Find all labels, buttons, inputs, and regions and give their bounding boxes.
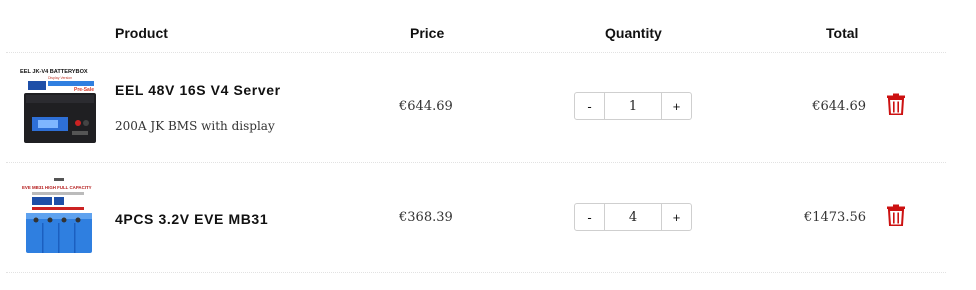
- header-price: Price: [410, 25, 445, 41]
- quantity-input[interactable]: [605, 93, 661, 119]
- quantity-input[interactable]: [605, 204, 661, 230]
- cart-table-header: Product Price Quantity Total: [0, 0, 976, 52]
- svg-text:Pre-Sale: Pre-Sale: [74, 87, 94, 93]
- cart-row: EEL JK-V4 BATTERYBOX Display Version Pre…: [0, 53, 976, 163]
- product-description: 200A JK BMS with display: [115, 119, 275, 133]
- trash-icon[interactable]: [886, 204, 906, 226]
- increase-quantity-button[interactable]: +: [661, 93, 691, 119]
- trash-icon[interactable]: [886, 93, 906, 115]
- row-divider: [6, 272, 946, 273]
- header-quantity: Quantity: [605, 25, 662, 41]
- product-image-eve-mb31[interactable]: EVE MB31 HIGH FULL CAPACITY: [18, 175, 100, 261]
- line-total: €1473.56: [803, 210, 866, 225]
- cart-row: EVE MB31 HIGH FULL CAPACITY 4PCS 3.2V EV…: [0, 163, 976, 273]
- svg-text:EVE MB31 HIGH FULL CAPACITY: EVE MB31 HIGH FULL CAPACITY: [22, 185, 92, 190]
- increase-quantity-button[interactable]: +: [661, 204, 691, 230]
- quantity-stepper: - +: [574, 203, 692, 231]
- header-total: Total: [826, 25, 859, 41]
- product-price: €368.39: [399, 210, 453, 225]
- product-name[interactable]: EEL 48V 16S V4 Server: [115, 82, 281, 98]
- line-total: €644.69: [812, 99, 866, 114]
- product-name[interactable]: 4PCS 3.2V EVE MB31: [115, 211, 268, 227]
- svg-text:Display Version: Display Version: [48, 76, 72, 80]
- product-image-batterybox[interactable]: EEL JK-V4 BATTERYBOX Display Version Pre…: [18, 65, 100, 151]
- header-product: Product: [115, 25, 168, 41]
- product-price: €644.69: [399, 99, 453, 114]
- decrease-quantity-button[interactable]: -: [575, 204, 605, 230]
- svg-text:EEL JK-V4 BATTERYBOX: EEL JK-V4 BATTERYBOX: [20, 69, 88, 75]
- decrease-quantity-button[interactable]: -: [575, 93, 605, 119]
- quantity-stepper: - +: [574, 92, 692, 120]
